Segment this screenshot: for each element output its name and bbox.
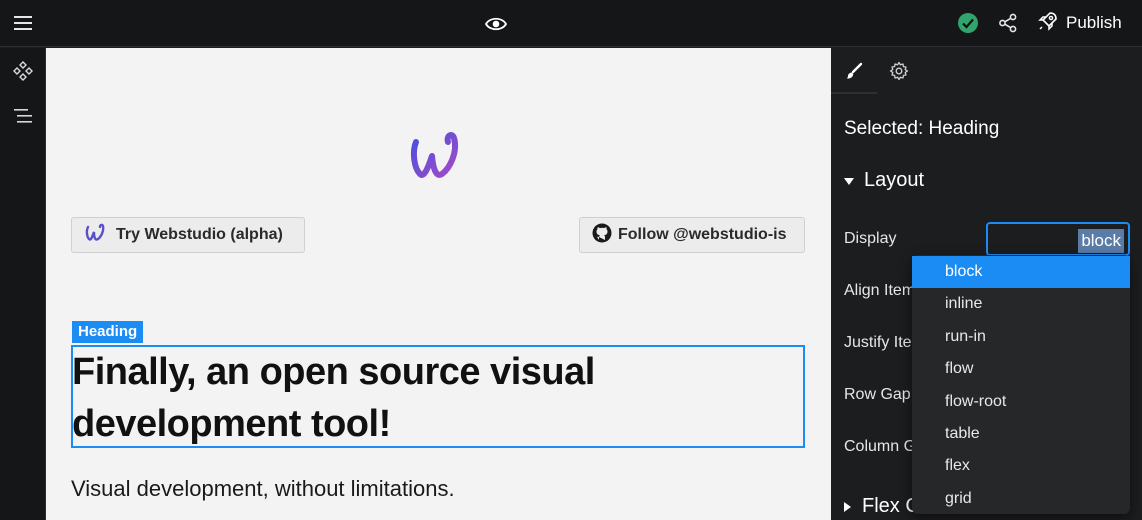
display-dropdown-menu: block inline run-in flow flow-root table…: [912, 255, 1130, 514]
left-sidebar: [0, 48, 46, 520]
publish-label: Publish: [1066, 13, 1122, 32]
webstudio-logo: [406, 128, 474, 188]
rocket-icon: [1038, 11, 1058, 36]
flex-section-header[interactable]: Flex C: [844, 495, 920, 518]
dropdown-option-flex[interactable]: flex: [912, 450, 1130, 482]
gear-icon[interactable]: [884, 56, 914, 86]
selected-element-label: Selected: Heading: [844, 118, 1000, 139]
page-subtext[interactable]: Visual development, without limitations.: [71, 476, 455, 502]
selected-element-badge: Heading: [72, 321, 144, 343]
triangle-right-icon: [844, 495, 852, 518]
follow-github-label: Follow @webstudio-is: [618, 226, 787, 243]
top-toolbar: Publish: [0, 0, 1142, 47]
triangle-down-icon: [844, 169, 854, 192]
dropdown-option-flow-root[interactable]: flow-root: [912, 386, 1130, 418]
publish-button[interactable]: Publish: [1038, 8, 1122, 38]
layout-section-header[interactable]: Layout: [844, 169, 924, 192]
align-items-label: Align Item: [844, 282, 916, 299]
share-icon[interactable]: [994, 9, 1022, 37]
follow-github-button[interactable]: Follow @webstudio-is: [579, 217, 805, 253]
design-canvas[interactable]: Try Webstudio (alpha) Follow @webstudio-…: [46, 48, 831, 520]
row-gap-label: Row Gap: [844, 386, 911, 403]
dropdown-option-table[interactable]: table: [912, 418, 1130, 450]
dropdown-option-block[interactable]: block: [912, 256, 1130, 289]
webstudio-logo-icon: [84, 222, 110, 249]
column-gap-label: Column G: [844, 438, 917, 455]
panel-tabs: [831, 48, 1142, 94]
dropdown-option-flow[interactable]: flow: [912, 353, 1130, 385]
hamburger-menu-icon[interactable]: [8, 8, 38, 38]
components-icon[interactable]: [8, 58, 38, 84]
dropdown-option-inline[interactable]: inline: [912, 288, 1130, 320]
justify-items-label: Justify Ite: [844, 334, 912, 351]
navigator-icon[interactable]: [8, 103, 38, 129]
try-webstudio-button[interactable]: Try Webstudio (alpha): [71, 217, 305, 253]
try-webstudio-label: Try Webstudio (alpha): [116, 226, 283, 243]
display-value: block: [1078, 229, 1124, 253]
page-heading[interactable]: Finally, an open source visual developme…: [72, 346, 672, 450]
display-select[interactable]: block: [986, 222, 1130, 256]
check-circle-icon: [957, 12, 979, 34]
dropdown-option-grid[interactable]: grid: [912, 483, 1130, 515]
paintbrush-icon[interactable]: [839, 56, 869, 86]
layout-section-label: Layout: [864, 169, 925, 191]
dropdown-option-run-in[interactable]: run-in: [912, 321, 1130, 353]
active-tab-indicator: [831, 92, 877, 94]
eye-icon[interactable]: [481, 9, 511, 39]
github-icon: [592, 223, 612, 248]
display-label: Display: [844, 230, 897, 247]
